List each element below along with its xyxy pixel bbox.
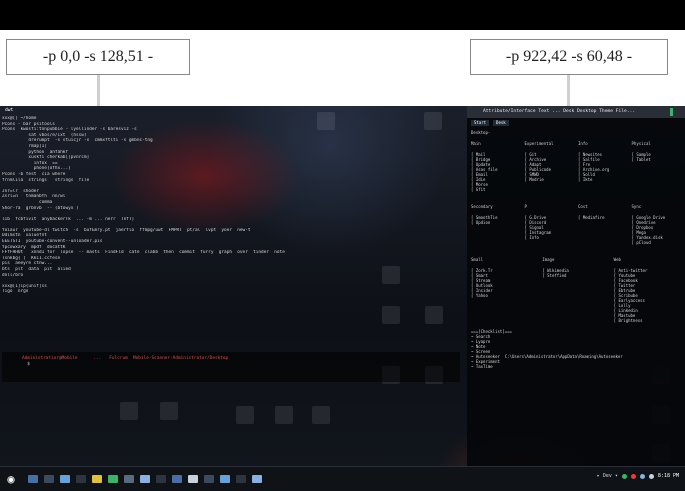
section-header: Web xyxy=(613,257,621,262)
desktop-file-icon[interactable] xyxy=(312,406,330,424)
tab-desk[interactable]: Desk xyxy=(493,120,509,126)
left-terminal-title: dwt xyxy=(5,108,14,113)
taskbar-app-icon[interactable] xyxy=(204,475,214,483)
launcher-section-main: Main Experimental Info Physical [ Mail [… xyxy=(471,141,681,192)
desktop-file-icon[interactable] xyxy=(120,402,138,420)
section-header: Info xyxy=(578,141,588,146)
launcher-item[interactable]: [ pCloud xyxy=(632,240,682,245)
callout-right-label: -p 922,42 -s 60,48 - xyxy=(505,48,633,65)
callout-right-geometry: -p 922,42 -s 60,48 - xyxy=(470,39,668,75)
launcher-section-small: Small Image Web [ Zork.Tr [ Wikimedia [ … xyxy=(471,257,681,323)
right-window-tabs: Start Desk xyxy=(467,118,685,128)
taskbar-app-icon[interactable] xyxy=(172,475,182,483)
launcher-item[interactable] xyxy=(471,240,521,245)
tray-alert-icon[interactable] xyxy=(630,473,636,479)
right-launcher-window[interactable]: Attribute/Interface Text ... Desk Deskto… xyxy=(467,106,685,466)
checklist-line[interactable]: ~ TaxTime xyxy=(471,364,681,369)
start-icon: ◉ xyxy=(7,472,15,486)
callout-left-label: -p 0,0 -s 128,51 - xyxy=(42,48,154,65)
taskbar-app-icon[interactable] xyxy=(252,475,262,483)
taskbar-app-icon[interactable] xyxy=(188,475,198,483)
tray-network-icon[interactable] xyxy=(648,473,654,479)
tray-text[interactable]: ▸ Dev ▾ xyxy=(597,473,618,479)
taskbar-app-icon[interactable] xyxy=(108,475,118,483)
taskbar-app-icon[interactable] xyxy=(220,475,230,483)
system-tray: ▸ Dev ▾ 8:18 PM xyxy=(597,473,679,479)
callout-left-geometry: -p 0,0 -s 128,51 - xyxy=(6,39,190,75)
right-window-title: Attribute/Interface Text ... Desk Deskto… xyxy=(483,109,636,114)
launcher-item[interactable] xyxy=(578,187,628,192)
launcher-checklist: ===[Checklist]=== ~ Search ~ Lyapre ~ No… xyxy=(471,329,681,369)
taskbar-app-icon[interactable] xyxy=(156,475,166,483)
right-window-titlebar: Attribute/Interface Text ... Desk Deskto… xyxy=(467,106,685,118)
top-black-bar xyxy=(0,0,685,30)
taskbar-app-icon[interactable] xyxy=(28,475,38,483)
desktop-file-icon[interactable] xyxy=(275,406,293,424)
taskbar-clock[interactable]: 8:18 PM xyxy=(658,473,679,479)
left-terminal-window[interactable]: dwt xxx@[] ~/home Pcons - bar psitools P… xyxy=(2,108,460,364)
launcher-item[interactable] xyxy=(471,318,538,323)
taskbar-app-icon[interactable] xyxy=(60,475,70,483)
window-accent-marker xyxy=(670,108,673,116)
taskbar: ◉ ▸ Dev ▾ 8:18 PM xyxy=(0,466,685,491)
section-header: Experimental xyxy=(524,141,554,146)
taskbar-app-icon[interactable] xyxy=(44,475,54,483)
right-window-body: Desktop- Main Experimental Info Physical… xyxy=(467,128,685,371)
terminal-prompt-line: $ xyxy=(22,361,30,367)
terminal-line: Tigo nrgn xyxy=(2,289,29,295)
section-header: Physical xyxy=(631,141,651,146)
taskbar-app-icon[interactable] xyxy=(236,475,246,483)
launcher-item[interactable]: [ Brightness xyxy=(614,318,681,323)
launcher-item[interactable] xyxy=(542,318,609,323)
launcher-item[interactable] xyxy=(632,187,682,192)
start-button[interactable]: ◉ xyxy=(0,468,22,490)
section-header: Small xyxy=(471,257,484,262)
taskbar-app-icon[interactable] xyxy=(92,475,102,483)
launcher-section-secondary: Secondary P Cost Sync [ SmoothTie [ G.Dr… xyxy=(471,204,681,245)
desktop-file-icon[interactable] xyxy=(160,402,178,420)
section-header: Main xyxy=(471,141,481,146)
taskbar-app-icon[interactable] xyxy=(140,475,150,483)
launcher-item[interactable]: [ Gfit xyxy=(471,187,521,192)
launcher-item[interactable] xyxy=(525,187,575,192)
desktop-screenshot: dwt xxx@[] ~/home Pcons - bar psitools P… xyxy=(0,106,685,491)
taskbar-app-icon[interactable] xyxy=(124,475,134,483)
launcher-item[interactable] xyxy=(525,240,575,245)
section-header: Sync xyxy=(631,204,642,209)
left-terminal-output: xxx@[] ~/home Pcons - bar psitools Pcons… xyxy=(2,116,460,295)
section-header: Secondary xyxy=(471,204,493,209)
desktop-file-icon[interactable] xyxy=(236,406,254,424)
section-header: Image xyxy=(542,257,555,262)
launcher-item[interactable] xyxy=(578,240,628,245)
tray-status-icon[interactable] xyxy=(621,473,627,479)
tab-start[interactable]: Start xyxy=(471,120,490,126)
bottom-terminal-window[interactable]: Administratior@Mobile ... Fulcrum Mobile… xyxy=(2,352,460,382)
taskbar-app-icon[interactable] xyxy=(76,475,86,483)
section-header: P xyxy=(524,204,527,209)
section-header: Cost xyxy=(578,204,588,209)
tray-volume-icon[interactable] xyxy=(639,473,645,479)
